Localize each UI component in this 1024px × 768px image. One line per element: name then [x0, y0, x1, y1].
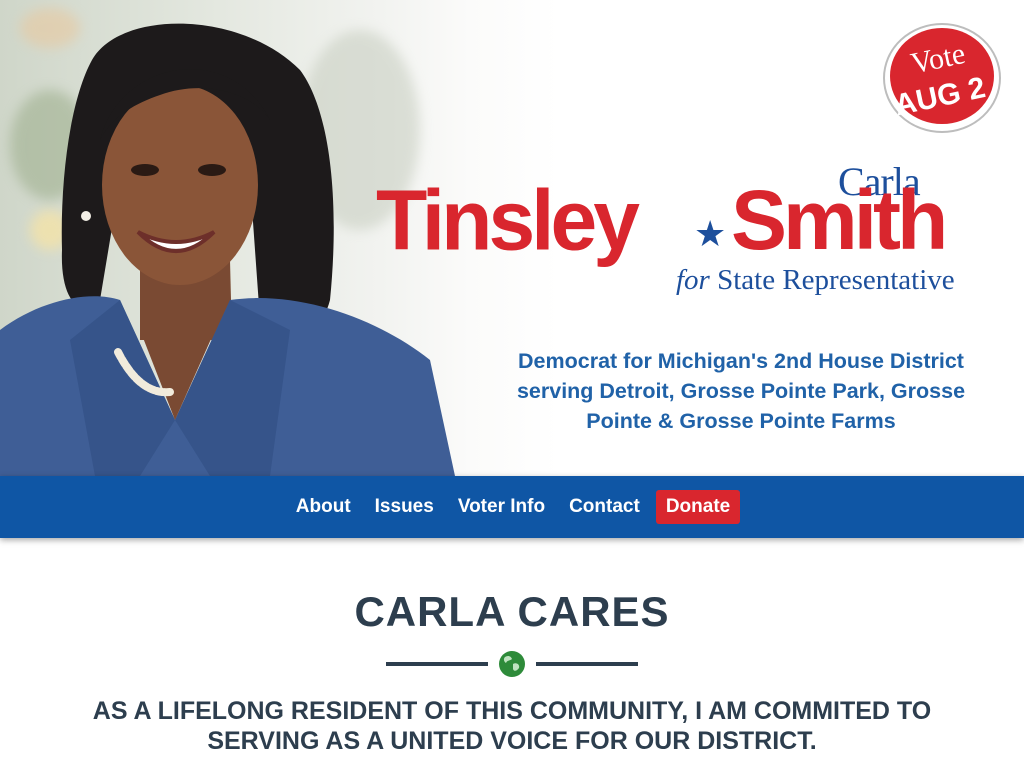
vote-date-badge: Vote AUG 2 [883, 23, 1001, 133]
divider-line-right [536, 662, 638, 666]
logo-last-name-1: Tinsley [376, 172, 640, 268]
logo-for: for [676, 264, 710, 296]
logo-office: for State Representative [676, 264, 955, 297]
campaign-logo: Carla Tinsley ★ Smith for State Represen… [376, 158, 996, 308]
donate-button[interactable]: Donate [655, 490, 741, 524]
section-divider [386, 650, 638, 678]
globe-icon [499, 651, 525, 677]
hero-banner: Vote AUG 2 Carla Tinsley ★ Smith for Sta… [0, 0, 1024, 476]
mission-statement: AS A LIFELONG RESIDENT OF THIS COMMUNITY… [92, 697, 932, 755]
nav-voter-info[interactable]: Voter Info [446, 490, 557, 524]
logo-office-name: State Representative [717, 264, 955, 296]
divider-line-left [386, 662, 488, 666]
campaign-tagline: Democrat for Michigan's 2nd House Distri… [516, 349, 966, 433]
nav-contact[interactable]: Contact [557, 490, 652, 524]
star-icon: ★ [694, 213, 727, 254]
logo-last-name-2: Smith [731, 173, 948, 267]
nav-about[interactable]: About [284, 490, 363, 524]
nav-issues[interactable]: Issues [363, 490, 446, 524]
main-nav: About Issues Voter Info Contact Donate [0, 476, 1024, 538]
section-title: CARLA CARES [354, 588, 670, 635]
